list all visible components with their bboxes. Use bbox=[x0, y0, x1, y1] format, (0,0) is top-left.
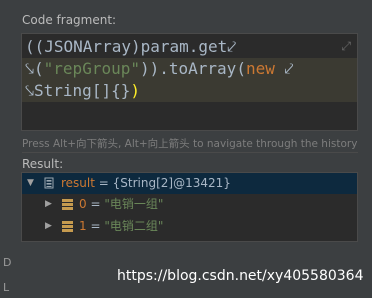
soft-wrap-icon: ⤦ bbox=[284, 59, 294, 78]
result-label: Result: bbox=[22, 157, 64, 171]
item-index: 0 bbox=[79, 197, 87, 211]
tree-row-item-1[interactable]: ▶ 1 = "电销二组" bbox=[22, 216, 357, 237]
code-text: ( bbox=[34, 59, 44, 78]
array-icon bbox=[44, 177, 54, 189]
equals: = bbox=[94, 176, 113, 190]
divider bbox=[22, 152, 358, 153]
code-text: )).toArray( bbox=[139, 59, 246, 78]
tree-row-item-0[interactable]: ▶ 0 = "电销一组" bbox=[22, 194, 357, 215]
code-text: ((JSONArray)param.get bbox=[25, 37, 228, 56]
code-keyword: new bbox=[245, 59, 275, 78]
expand-arrow-icon[interactable]: ▶ bbox=[45, 216, 52, 237]
soft-wrap-icon: ⤦ bbox=[227, 37, 237, 56]
edge-text-l: L bbox=[3, 281, 10, 294]
tree-row-result[interactable]: ▼ result = {String[2]@13421} bbox=[22, 173, 357, 194]
history-hint: Press Alt+向下箭头, Alt+向上箭头 to navigate thr… bbox=[22, 138, 358, 150]
equals: = bbox=[86, 219, 105, 233]
field-icon bbox=[62, 221, 73, 232]
item-index: 1 bbox=[79, 219, 87, 233]
result-tree[interactable]: ▼ result = {String[2]@13421} ▶ 0 = "电销一组… bbox=[21, 172, 358, 242]
equals: = bbox=[86, 197, 105, 211]
edge-text-d: D bbox=[3, 256, 12, 269]
code-text: String[]{} bbox=[34, 81, 131, 100]
code-fragment-editor[interactable]: ⤢ ((JSONArray)param.get⤦ ⤥("repGroup")).… bbox=[21, 33, 358, 131]
field-icon bbox=[62, 199, 73, 210]
code-fragment-label: Code fragment: bbox=[22, 13, 117, 27]
soft-wrap-continue-icon: ⤥ bbox=[25, 59, 35, 78]
collapse-arrow-icon[interactable]: ▼ bbox=[27, 173, 34, 194]
soft-wrap-continue-icon: ⤥ bbox=[25, 81, 35, 100]
code-line-3: ⤥String[]{}) bbox=[22, 80, 357, 102]
code-string: "repGroup" bbox=[43, 59, 140, 78]
item-value: "电销二组" bbox=[104, 219, 164, 233]
item-value: "电销一组" bbox=[104, 197, 164, 211]
code-line-2: ⤥("repGroup")).toArray(new ⤦ bbox=[22, 58, 357, 80]
code-line-1: ((JSONArray)param.get⤦ bbox=[22, 36, 357, 58]
watermark: https://blog.csdn.net/xy405580364 bbox=[117, 268, 364, 284]
matched-paren: ) bbox=[130, 81, 140, 100]
variable-value: {String[2]@13421} bbox=[112, 176, 231, 190]
variable-name: result bbox=[61, 176, 95, 190]
expand-arrow-icon[interactable]: ▶ bbox=[45, 194, 52, 215]
